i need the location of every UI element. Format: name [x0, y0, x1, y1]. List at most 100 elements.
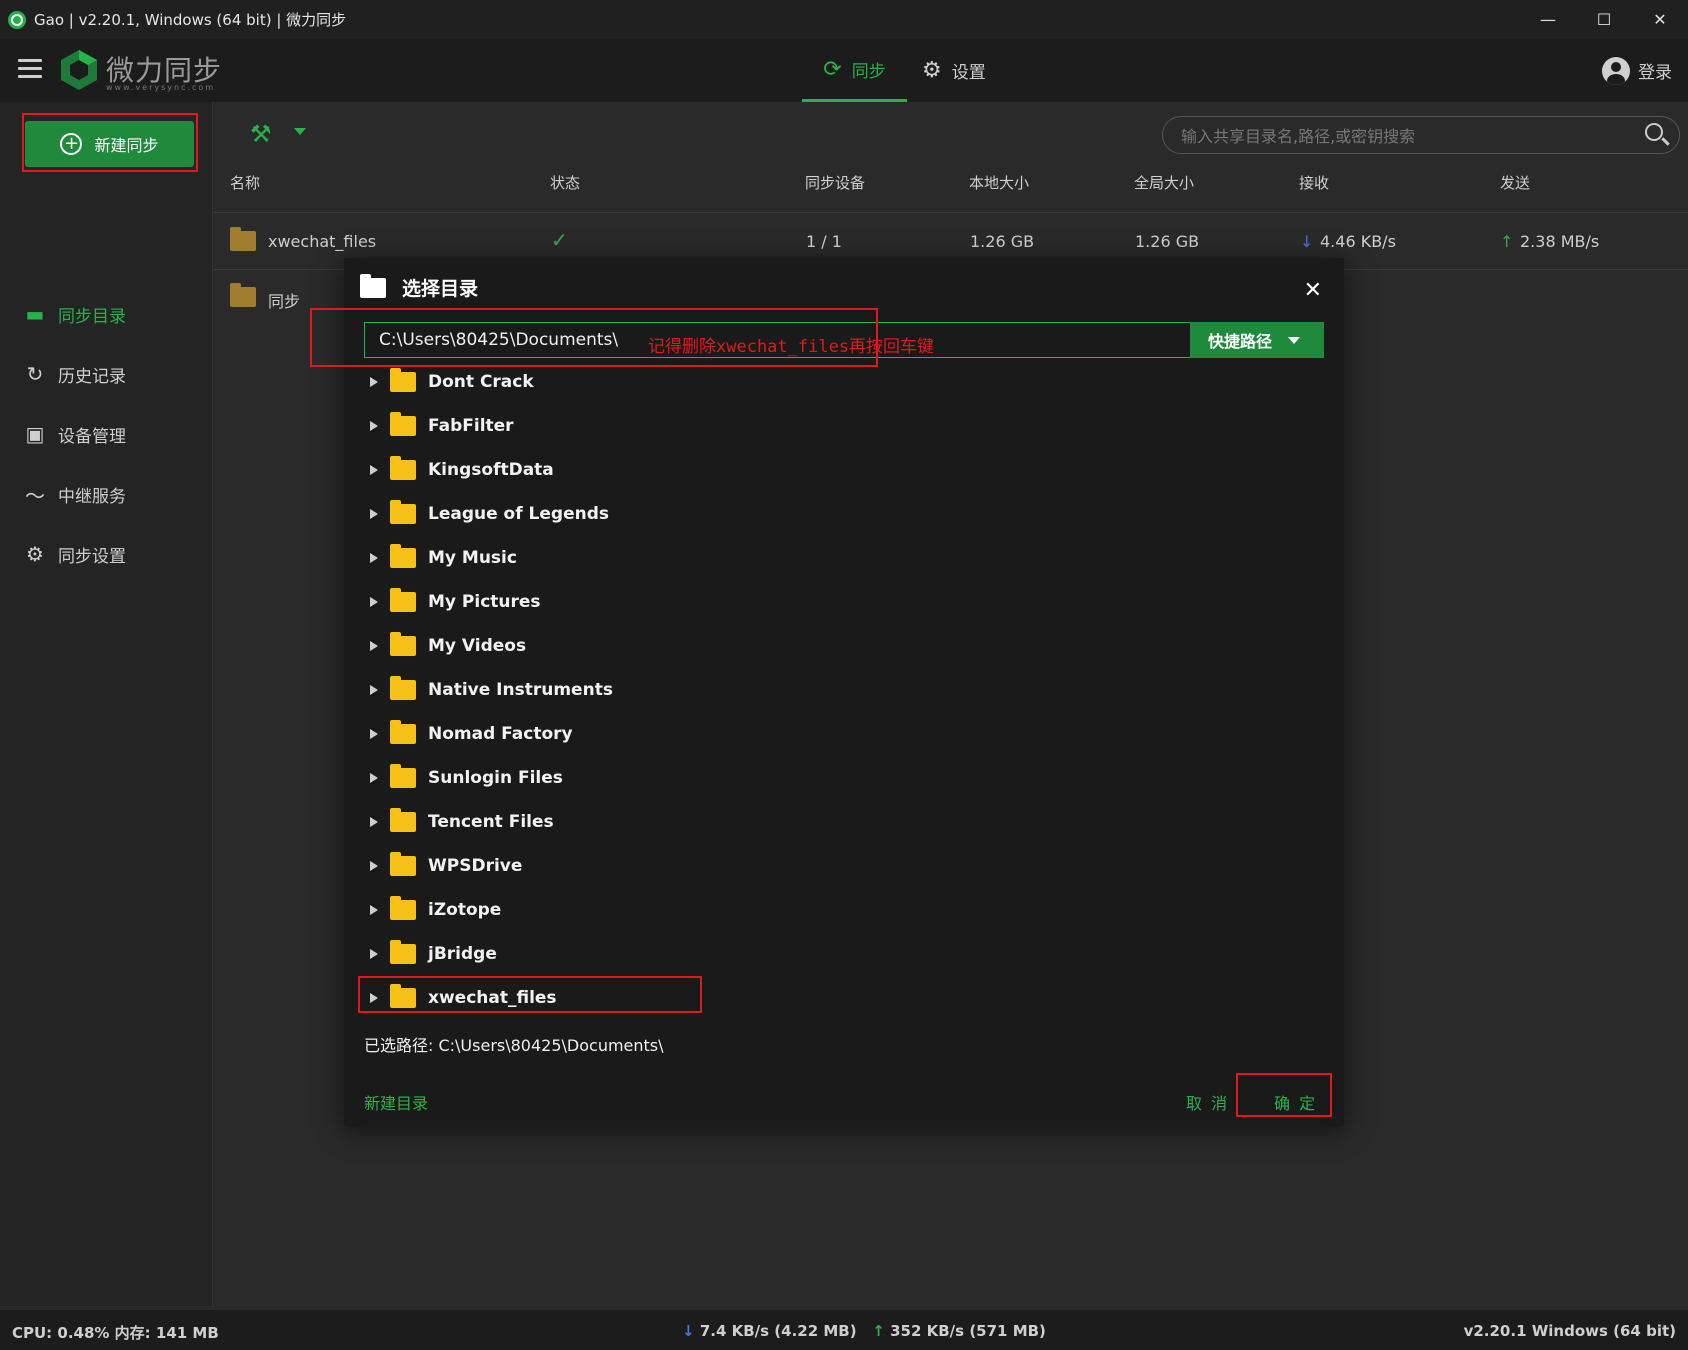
sidebar-item-label: 历史记录: [58, 366, 126, 387]
search-input[interactable]: 输入共享目录名,路径,或密钥搜索: [1162, 116, 1680, 154]
list-item[interactable]: My Music: [370, 536, 1130, 580]
sidebar-item-label: 中继服务: [58, 486, 126, 507]
list-item[interactable]: Nomad Factory: [370, 712, 1130, 756]
tab-sync-label: 同步: [851, 61, 886, 82]
expand-arrow-icon[interactable]: [370, 553, 378, 563]
tab-settings[interactable]: ⚙ 设置: [922, 39, 986, 102]
folder-icon: [390, 368, 416, 392]
user-icon: [1602, 56, 1630, 85]
folder-tree: Dont Crack FabFilter KingsoftData League…: [370, 360, 1130, 1020]
highlight-box-xwechat-folder: [358, 976, 702, 1013]
folder-icon: [390, 852, 416, 876]
expand-arrow-icon[interactable]: [370, 949, 378, 959]
search-icon[interactable]: [1645, 123, 1663, 141]
highlight-box-new-sync: [22, 113, 198, 172]
folder-name: My Music: [428, 548, 517, 568]
quick-path-dropdown[interactable]: 快捷路径: [1190, 322, 1324, 358]
list-item[interactable]: League of Legends: [370, 492, 1130, 536]
tab-sync[interactable]: ⟳ 同步: [802, 39, 907, 102]
login-label: 登录: [1638, 63, 1672, 83]
upload-arrow-icon: ↑: [872, 1322, 885, 1340]
chevron-down-icon[interactable]: [294, 128, 306, 135]
folder-name: Native Instruments: [428, 680, 613, 700]
folder-icon: ▬: [25, 302, 45, 326]
tools-icon[interactable]: ⚒: [250, 120, 272, 148]
column-devices: 同步设备: [805, 174, 866, 192]
row-local-size: 1.26 GB: [970, 232, 1035, 251]
folder-name: Tencent Files: [428, 812, 554, 832]
login-button[interactable]: 登录: [1602, 39, 1672, 102]
folder-name: KingsoftData: [428, 460, 554, 480]
menu-icon[interactable]: [18, 59, 42, 79]
row-name: xwechat_files: [268, 232, 377, 251]
history-icon: ↻: [26, 362, 44, 386]
sidebar-item-label: 同步目录: [58, 306, 126, 327]
maximize-button[interactable]: ☐: [1576, 0, 1632, 39]
minimize-button[interactable]: —: [1520, 0, 1576, 39]
expand-arrow-icon[interactable]: [370, 729, 378, 739]
expand-arrow-icon[interactable]: [370, 641, 378, 651]
gear-icon: ⚙: [922, 58, 942, 83]
folder-name: My Pictures: [428, 592, 541, 612]
folder-name: FabFilter: [428, 416, 514, 436]
new-directory-button[interactable]: 新建目录: [364, 1090, 428, 1114]
folder-name: iZotope: [428, 900, 502, 920]
close-icon[interactable]: ✕: [1304, 278, 1322, 303]
transfer-status: ↓ 7.4 KB/s (4.22 MB) ↑ 352 KB/s (571 MB): [682, 1322, 1046, 1340]
expand-arrow-icon[interactable]: [370, 861, 378, 871]
device-icon: ▣: [25, 422, 45, 446]
row-name: 同步: [268, 292, 301, 311]
list-item[interactable]: My Pictures: [370, 580, 1130, 624]
folder-name: WPSDrive: [428, 856, 523, 876]
list-item[interactable]: Native Instruments: [370, 668, 1130, 712]
list-item[interactable]: My Videos: [370, 624, 1130, 668]
expand-arrow-icon[interactable]: [370, 597, 378, 607]
folder-icon: [390, 500, 416, 524]
expand-arrow-icon[interactable]: [370, 685, 378, 695]
folder-icon: [390, 588, 416, 612]
folder-icon: [230, 227, 256, 251]
sidebar-item-label: 设备管理: [58, 426, 126, 447]
expand-arrow-icon[interactable]: [370, 509, 378, 519]
dialog-title-text: 选择目录: [402, 278, 479, 300]
row-devices: 1 / 1: [806, 232, 842, 251]
sidebar-item-history[interactable]: ↻ 历史记录: [22, 359, 126, 389]
status-bar: CPU: 0.48% 内存: 141 MB ↓ 7.4 KB/s (4.22 M…: [0, 1310, 1688, 1350]
quick-path-label: 快捷路径: [1208, 332, 1273, 351]
list-item[interactable]: WPSDrive: [370, 844, 1130, 888]
folder-icon: [390, 456, 416, 480]
list-item[interactable]: jBridge: [370, 932, 1130, 976]
expand-arrow-icon[interactable]: [370, 817, 378, 827]
list-item[interactable]: iZotope: [370, 888, 1130, 932]
window-controls: — ☐ ✕: [1520, 0, 1688, 39]
highlight-box-confirm: [1236, 1073, 1332, 1117]
folder-name: Sunlogin Files: [428, 768, 563, 788]
list-item[interactable]: Dont Crack: [370, 360, 1130, 404]
list-item[interactable]: Sunlogin Files: [370, 756, 1130, 800]
list-item[interactable]: KingsoftData: [370, 448, 1130, 492]
download-arrow-icon: ↓: [1300, 232, 1314, 251]
cancel-button[interactable]: 取 消: [1186, 1090, 1229, 1114]
expand-arrow-icon[interactable]: [370, 465, 378, 475]
sidebar-item-label: 同步设置: [58, 546, 126, 567]
list-item[interactable]: FabFilter: [370, 404, 1130, 448]
expand-arrow-icon[interactable]: [370, 377, 378, 387]
folder-icon: [390, 808, 416, 832]
expand-arrow-icon[interactable]: [370, 905, 378, 915]
folder-icon: [390, 676, 416, 700]
version-status: v2.20.1 Windows (64 bit): [1463, 1322, 1676, 1340]
sidebar-item-sync-folders[interactable]: ▬ 同步目录: [22, 299, 126, 329]
close-window-button[interactable]: ✕: [1632, 0, 1688, 39]
sidebar-item-sync-settings[interactable]: ⚙ 同步设置: [22, 539, 126, 569]
expand-arrow-icon[interactable]: [370, 421, 378, 431]
column-send: 发送: [1500, 174, 1531, 192]
expand-arrow-icon[interactable]: [370, 773, 378, 783]
header-divider: [214, 212, 1688, 213]
folder-icon: [390, 940, 416, 964]
list-item[interactable]: Tencent Files: [370, 800, 1130, 844]
sidebar-item-devices[interactable]: ▣ 设备管理: [22, 419, 126, 449]
folder-icon: [230, 283, 256, 307]
row-receive: 4.46 KB/s: [1320, 232, 1396, 251]
column-status: 状态: [550, 174, 581, 192]
sidebar-item-relay[interactable]: 〜 中继服务: [22, 479, 126, 509]
